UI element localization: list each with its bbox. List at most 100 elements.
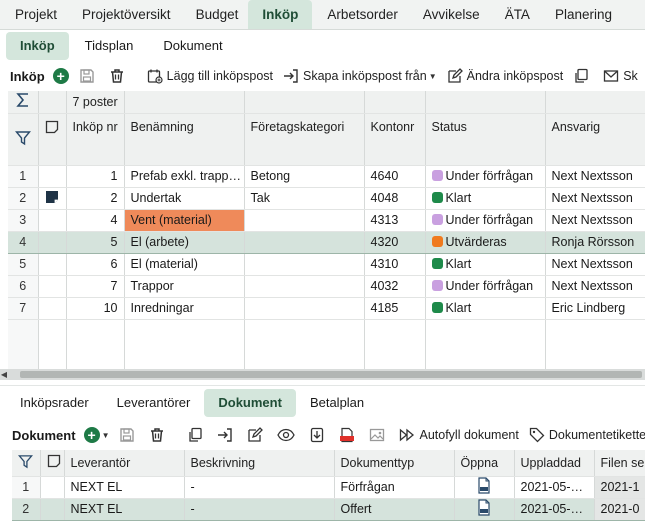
note-column-header[interactable]	[38, 113, 67, 166]
table-row[interactable]: 5 6 El (material) 4310 Klart Next Nextsson	[8, 253, 645, 276]
table-row[interactable]: 6 7 Trappor 4032 Under förfrågan Next Nextsso…	[8, 275, 645, 298]
row-index: 7	[8, 297, 39, 320]
doc-col-supplier[interactable]: Leverantör	[64, 450, 185, 477]
doc-delete-button[interactable]	[149, 427, 169, 443]
top-tab-4[interactable]: Arbetsorder	[312, 0, 408, 29]
cell-owner: Ronja Rörsson	[545, 230, 645, 254]
doc-view-button[interactable]	[277, 427, 299, 443]
edit-icon	[248, 427, 264, 442]
open-document-button[interactable]	[454, 476, 515, 499]
table-row[interactable]: 4 5 El (arbete) 4320 Utvärderas Ronja Rörsson	[8, 230, 645, 254]
top-tab-7[interactable]: Planering	[540, 0, 622, 29]
col-header-name[interactable]: Benämning	[124, 113, 245, 166]
col-header-status[interactable]: Status	[425, 113, 546, 166]
grid-header-row: Inköp nr Benämning Företagskategori Kont…	[8, 113, 645, 166]
sum-button[interactable]	[8, 91, 39, 114]
cell-nr: 5	[66, 230, 125, 254]
doc-import-button[interactable]	[217, 427, 237, 443]
bottom-tab-2[interactable]: Dokument	[204, 389, 296, 417]
top-tab-0[interactable]: Projekt	[0, 0, 67, 29]
doc-pdf-button[interactable]	[339, 427, 359, 443]
copy-button[interactable]	[573, 68, 593, 84]
row-note-cell	[40, 476, 65, 499]
cell-uploaded: 2021-05-…	[514, 476, 595, 499]
bottom-tab-1[interactable]: Leverantörer	[103, 389, 205, 417]
col-header-account[interactable]: Kontonr	[364, 113, 426, 166]
table-row[interactable]: 2 2 Undertak Tak 4048 Klart Next Nextsson	[8, 187, 645, 210]
table-row[interactable]: 1 NEXT EL - Förfrågan 2021-05-… 2021-1	[12, 476, 645, 499]
cell-description: -	[184, 497, 335, 521]
cell-account: 4313	[364, 209, 426, 232]
col-header-owner[interactable]: Ansvarig	[545, 113, 645, 166]
col-header-nr[interactable]: Inköp nr	[66, 113, 125, 166]
add-purchase-label: Lägg till inköpspost	[166, 69, 273, 83]
mail-button[interactable]: Sk	[603, 68, 638, 84]
delete-button[interactable]	[109, 68, 129, 84]
chevron-down-icon: ▼	[428, 71, 437, 81]
add-button[interactable]: +	[52, 68, 69, 84]
horizontal-scrollbar[interactable]	[8, 369, 645, 380]
filter-button[interactable]	[8, 113, 39, 166]
create-from-label: Skapa inköpspost från	[303, 69, 427, 83]
autofill-button[interactable]: Autofyll dokument	[399, 427, 519, 443]
bottom-tab-0[interactable]: Inköpsrader	[6, 389, 103, 417]
top-tab-3[interactable]: Inköp	[248, 0, 313, 29]
doc-filter-button[interactable]	[12, 450, 41, 477]
doc-add-button[interactable]: + ▼	[83, 427, 109, 443]
doc-download-button[interactable]	[309, 427, 329, 443]
cell-status: Utvärderas	[425, 230, 546, 254]
doc-col-type[interactable]: Dokumenttyp	[334, 450, 455, 477]
top-tab-5[interactable]: Avvikelse	[408, 0, 490, 29]
doc-col-description[interactable]: Beskrivning	[184, 450, 335, 477]
top-tab-6[interactable]: ÄTA	[490, 0, 540, 29]
summary-cell-empty	[545, 91, 645, 114]
cell-nr: 10	[66, 297, 125, 320]
doc-save-button[interactable]	[119, 427, 139, 443]
open-document-button[interactable]	[454, 497, 515, 521]
row-note-cell[interactable]	[38, 187, 67, 210]
doc-col-file[interactable]: Filen se	[594, 450, 645, 477]
doc-col-uploaded[interactable]: Uppladdad	[514, 450, 595, 477]
mail-label: Sk	[623, 69, 638, 83]
top-tab-2[interactable]: Budget	[181, 0, 249, 29]
row-index: 2	[12, 497, 41, 521]
plus-icon: +	[83, 427, 100, 443]
top-tab-1[interactable]: Projektöversikt	[67, 0, 181, 29]
doc-note-column-header[interactable]	[40, 450, 65, 477]
plus-icon: +	[52, 68, 69, 84]
cell-nr: 6	[66, 253, 125, 276]
calendar-add-icon	[147, 69, 163, 84]
toolbar-title: Inköp	[10, 68, 45, 84]
col-header-category[interactable]: Företagskategori	[244, 113, 365, 166]
sub-tab-0[interactable]: Inköp	[6, 32, 69, 60]
bottom-tab-3[interactable]: Betalplan	[296, 389, 378, 417]
copy-icon	[575, 68, 588, 83]
mail-icon	[604, 70, 619, 82]
table-row[interactable]: 1 1 Prefab exkl. trapp… Betong 4640 Under för…	[8, 165, 645, 188]
doc-col-open[interactable]: Öppna	[454, 450, 515, 477]
doc-tags-button[interactable]: Dokumentetiketter	[529, 427, 645, 443]
cell-name: Undertak	[124, 187, 245, 210]
save-button[interactable]	[79, 68, 99, 84]
sub-tab-2[interactable]: Dokument	[149, 32, 236, 60]
doc-image-button[interactable]	[369, 427, 389, 443]
create-from-button[interactable]: Skapa inköpspost från ▼	[283, 68, 437, 84]
add-purchase-button[interactable]: Lägg till inköpspost	[147, 68, 273, 84]
scroll-left-arrow[interactable]: ◀	[0, 369, 8, 380]
edit-purchase-button[interactable]: Ändra inköpspost	[447, 68, 563, 84]
scrollbar-thumb[interactable]	[20, 371, 642, 378]
empty-cell	[124, 319, 245, 369]
row-index: 6	[8, 275, 39, 298]
cell-name: Vent (material)	[124, 209, 245, 232]
cell-supplier: NEXT EL	[64, 476, 185, 499]
table-row[interactable]: 2 NEXT EL - Offert 2021-05-… 2021-0	[12, 497, 645, 521]
sub-tab-bar: Inköp Tidsplan Dokument	[0, 30, 645, 62]
note-icon	[47, 455, 60, 468]
doc-copy-button[interactable]	[187, 427, 207, 443]
sub-tab-1[interactable]: Tidsplan	[71, 32, 148, 60]
table-row[interactable]: 7 10 Inredningar 4185 Klart Eric Lindberg	[8, 297, 645, 320]
doc-edit-button[interactable]	[247, 427, 267, 443]
cell-status: Under förfrågan	[425, 209, 546, 232]
cell-name: Prefab exkl. trapp…	[124, 165, 245, 188]
table-row[interactable]: 3 4 Vent (material) 4313 Under förfrågan Next…	[8, 209, 645, 232]
